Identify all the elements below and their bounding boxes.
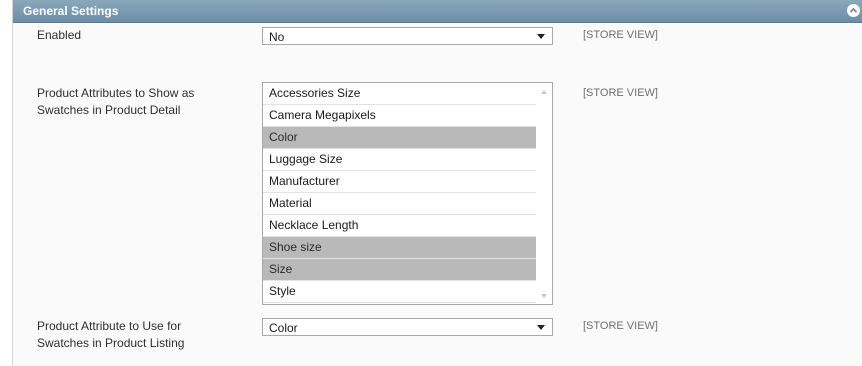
- listing-swatch-select-value: Color: [269, 321, 298, 335]
- collapse-icon[interactable]: [847, 4, 860, 17]
- dropdown-arrow-icon: [537, 325, 545, 330]
- multiselect-option[interactable]: Style: [263, 281, 536, 303]
- multiselect-option[interactable]: Material: [263, 193, 536, 215]
- listing-swatch-label-line1: Product Attribute to Use for: [37, 319, 182, 333]
- section-header[interactable]: General Settings: [13, 0, 862, 23]
- multiselect-option[interactable]: Luggage Size: [263, 149, 536, 171]
- multiselect-option[interactable]: Color: [263, 127, 536, 149]
- enabled-select[interactable]: No: [262, 27, 553, 45]
- enabled-label: Enabled: [37, 28, 82, 42]
- detail-swatches-label-line2: Swatches in Product Detail: [37, 103, 181, 117]
- enabled-select-value: No: [269, 30, 285, 44]
- section-title: General Settings: [23, 4, 119, 18]
- listing-swatch-label-line2: Swatches in Product Listing: [37, 336, 185, 350]
- detail-swatches-scope: [STORE VIEW]: [583, 87, 658, 99]
- listbox-scrollbar[interactable]: [536, 83, 552, 304]
- scroll-up-arrow-icon[interactable]: [541, 90, 547, 94]
- detail-swatches-multiselect[interactable]: Accessories Size Camera Megapixels Color Lu…: [262, 82, 553, 305]
- dropdown-arrow-icon: [537, 34, 545, 39]
- listing-swatch-scope: [STORE VIEW]: [583, 320, 658, 332]
- general-settings-panel: General Settings Enabled No [STORE VIEW]…: [12, 0, 862, 366]
- multiselect-option[interactable]: Manufacturer: [263, 171, 536, 193]
- multiselect-option[interactable]: Necklace Length: [263, 215, 536, 237]
- multiselect-option[interactable]: Shoe size: [263, 237, 536, 259]
- detail-swatches-label-line1: Product Attributes to Show as: [37, 86, 195, 100]
- multiselect-option[interactable]: Size: [263, 259, 536, 281]
- multiselect-option[interactable]: Camera Megapixels: [263, 105, 536, 127]
- multiselect-option[interactable]: Accessories Size: [263, 83, 536, 105]
- listing-swatch-select[interactable]: Color: [262, 318, 553, 336]
- scroll-down-arrow-icon[interactable]: [541, 294, 547, 298]
- enabled-scope: [STORE VIEW]: [583, 29, 658, 41]
